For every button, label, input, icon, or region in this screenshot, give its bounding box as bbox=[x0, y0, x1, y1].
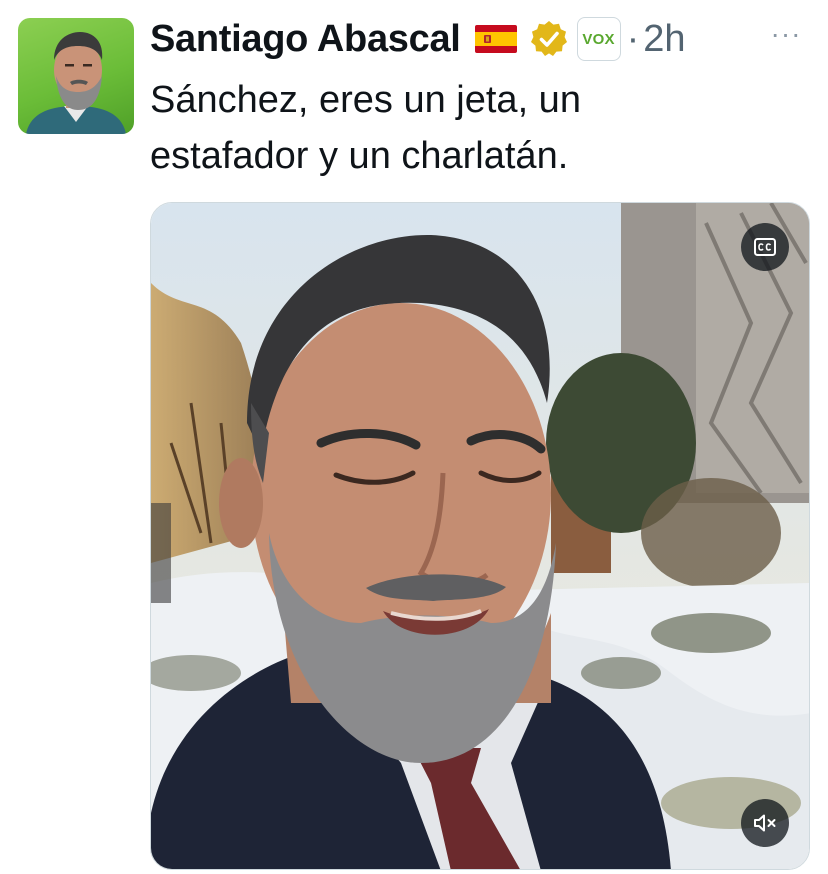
author-name[interactable]: Santiago Abascal bbox=[150, 18, 461, 61]
more-options-button[interactable]: ··· bbox=[766, 14, 806, 54]
vox-affiliate-badge[interactable]: VOX bbox=[576, 17, 621, 61]
tweet-text: Sánchez, eres un jeta, un estafador y un… bbox=[150, 72, 770, 184]
tweet-text-line: estafador y un charlatán. bbox=[150, 135, 569, 177]
author-avatar[interactable] bbox=[18, 18, 134, 134]
speaker-muted-icon bbox=[754, 814, 776, 832]
tweet-timestamp[interactable]: 2h bbox=[643, 18, 685, 61]
unmute-button[interactable] bbox=[741, 799, 789, 847]
spain-flag-icon bbox=[474, 25, 517, 53]
tweet-text-line: Sánchez, eres un jeta, un bbox=[150, 79, 581, 121]
avatar-portrait bbox=[26, 32, 126, 134]
tweet-header: Santiago Abascal VOX · 2h ··· bbox=[150, 12, 808, 66]
verified-badge-icon[interactable] bbox=[529, 19, 569, 59]
closed-captions-icon bbox=[754, 238, 776, 256]
video-frame bbox=[151, 203, 809, 869]
header-separator: · bbox=[626, 17, 640, 60]
video-player[interactable] bbox=[150, 202, 810, 870]
closed-captions-button[interactable] bbox=[741, 223, 789, 271]
